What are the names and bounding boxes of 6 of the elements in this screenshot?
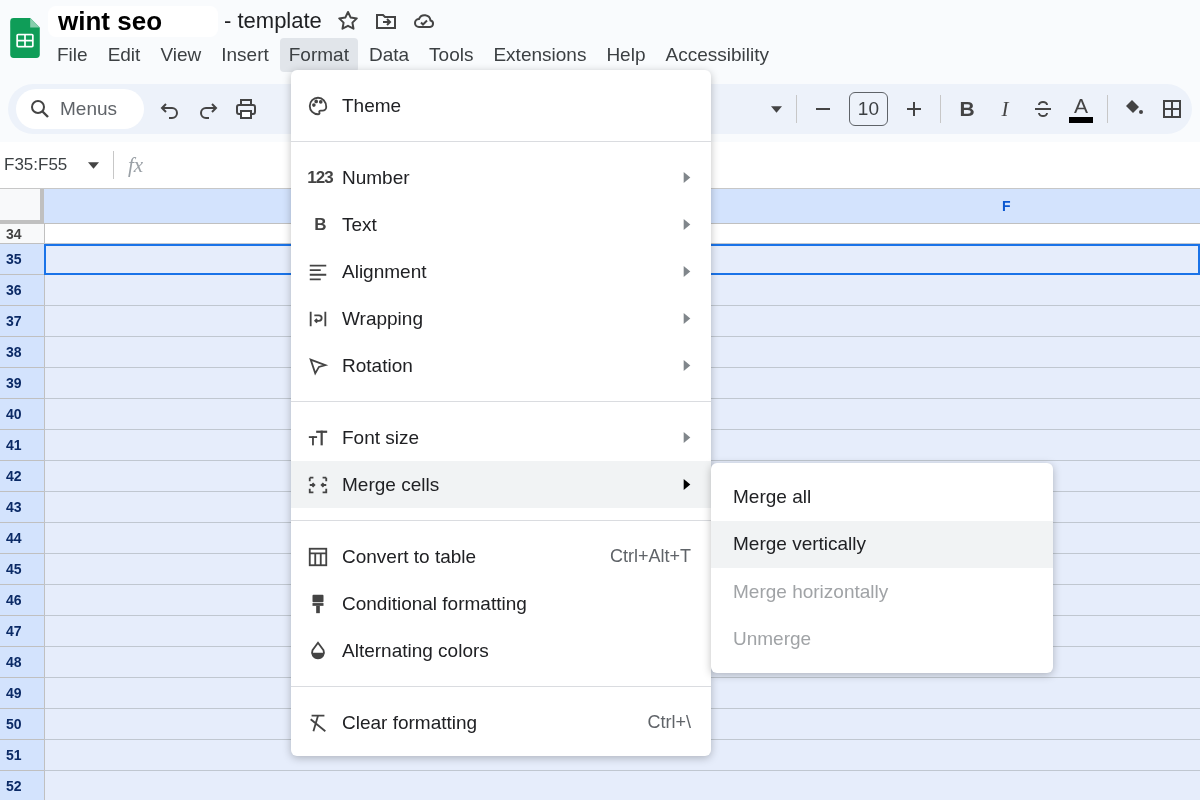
document-title-suffix: - template [224,8,322,34]
function-label: fx [128,152,144,178]
menu-icon: B [307,213,333,236]
menu-icon: 123 [307,166,333,189]
shortcut-text: Ctrl+\ [647,712,691,733]
shortcut-text: Ctrl+Alt+T [609,546,691,567]
